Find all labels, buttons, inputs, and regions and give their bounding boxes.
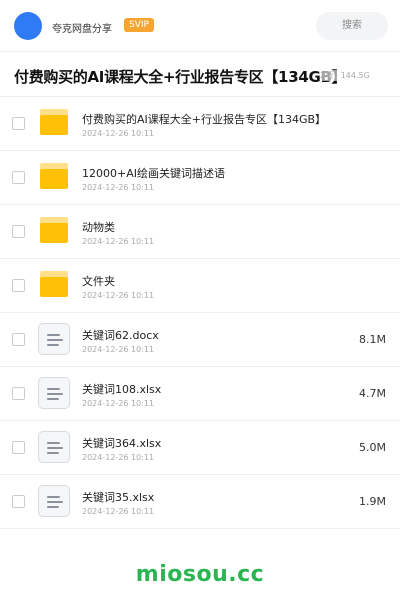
- share-title-row: 付费购买的AI课程大全+行业报告专区【134GB】 2项 · 144.5G: [0, 52, 400, 96]
- document-icon: [38, 377, 70, 409]
- share-title: 付费购买的AI课程大全+行业报告专区【134GB】: [14, 68, 347, 86]
- file-list: 付费购买的AI课程大全+行业报告专区【134GB】 2024-12-26 10:…: [0, 97, 400, 529]
- folder-icon: [40, 271, 68, 297]
- file-date: 2024-12-26 10:11: [82, 183, 155, 192]
- avatar[interactable]: [14, 12, 42, 40]
- file-name: 12000+AI绘画关键词描述语: [82, 167, 225, 180]
- search-button[interactable]: 搜索: [316, 12, 388, 40]
- file-size: 1.9M: [359, 495, 386, 508]
- row-checkbox[interactable]: [12, 171, 25, 184]
- file-name: 付费购买的AI课程大全+行业报告专区【134GB】: [82, 113, 327, 126]
- file-date: 2024-12-26 10:11: [82, 507, 155, 516]
- row-checkbox[interactable]: [12, 441, 25, 454]
- file-name: 文件夹: [82, 275, 115, 288]
- watermark: miosou.cc: [135, 562, 265, 587]
- file-size: 8.1M: [359, 333, 386, 346]
- row-checkbox[interactable]: [12, 117, 25, 130]
- file-date: 2024-12-26 10:11: [82, 237, 155, 246]
- file-date: 2024-12-26 10:11: [82, 291, 155, 300]
- file-row[interactable]: 关键词35.xlsx 2024-12-26 10:11 1.9M: [0, 475, 400, 529]
- file-name: 关键词108.xlsx: [82, 383, 162, 396]
- folder-icon: [40, 217, 68, 243]
- document-icon: [38, 323, 70, 355]
- file-row[interactable]: 文件夹 2024-12-26 10:11: [0, 259, 400, 313]
- file-size: 4.7M: [359, 387, 386, 400]
- document-icon: [38, 431, 70, 463]
- top-bar: 夸克网盘分享 SVIP 搜索: [0, 0, 400, 52]
- file-row[interactable]: 关键词364.xlsx 2024-12-26 10:11 5.0M: [0, 421, 400, 475]
- svip-badge: SVIP: [124, 18, 154, 32]
- file-row[interactable]: 动物类 2024-12-26 10:11: [0, 205, 400, 259]
- file-name: 关键词62.docx: [82, 329, 159, 342]
- file-name: 关键词35.xlsx: [82, 491, 155, 504]
- file-date: 2024-12-26 10:11: [82, 399, 155, 408]
- file-row[interactable]: 付费购买的AI课程大全+行业报告专区【134GB】 2024-12-26 10:…: [0, 97, 400, 151]
- file-row[interactable]: 关键词62.docx 2024-12-26 10:11 8.1M: [0, 313, 400, 367]
- document-icon: [38, 485, 70, 517]
- file-date: 2024-12-26 10:11: [82, 453, 155, 462]
- row-checkbox[interactable]: [12, 333, 25, 346]
- share-meta: 2项 · 144.5G: [320, 70, 370, 81]
- file-name: 动物类: [82, 221, 115, 234]
- username: 夸克网盘分享: [52, 24, 112, 35]
- file-date: 2024-12-26 10:11: [82, 345, 155, 354]
- file-name: 关键词364.xlsx: [82, 437, 162, 450]
- row-checkbox[interactable]: [12, 387, 25, 400]
- row-checkbox[interactable]: [12, 495, 25, 508]
- folder-icon: [40, 163, 68, 189]
- folder-icon: [40, 109, 68, 135]
- row-checkbox[interactable]: [12, 279, 25, 292]
- file-size: 5.0M: [359, 441, 386, 454]
- file-row[interactable]: 关键词108.xlsx 2024-12-26 10:11 4.7M: [0, 367, 400, 421]
- row-checkbox[interactable]: [12, 225, 25, 238]
- file-date: 2024-12-26 10:11: [82, 129, 155, 138]
- file-row[interactable]: 12000+AI绘画关键词描述语 2024-12-26 10:11: [0, 151, 400, 205]
